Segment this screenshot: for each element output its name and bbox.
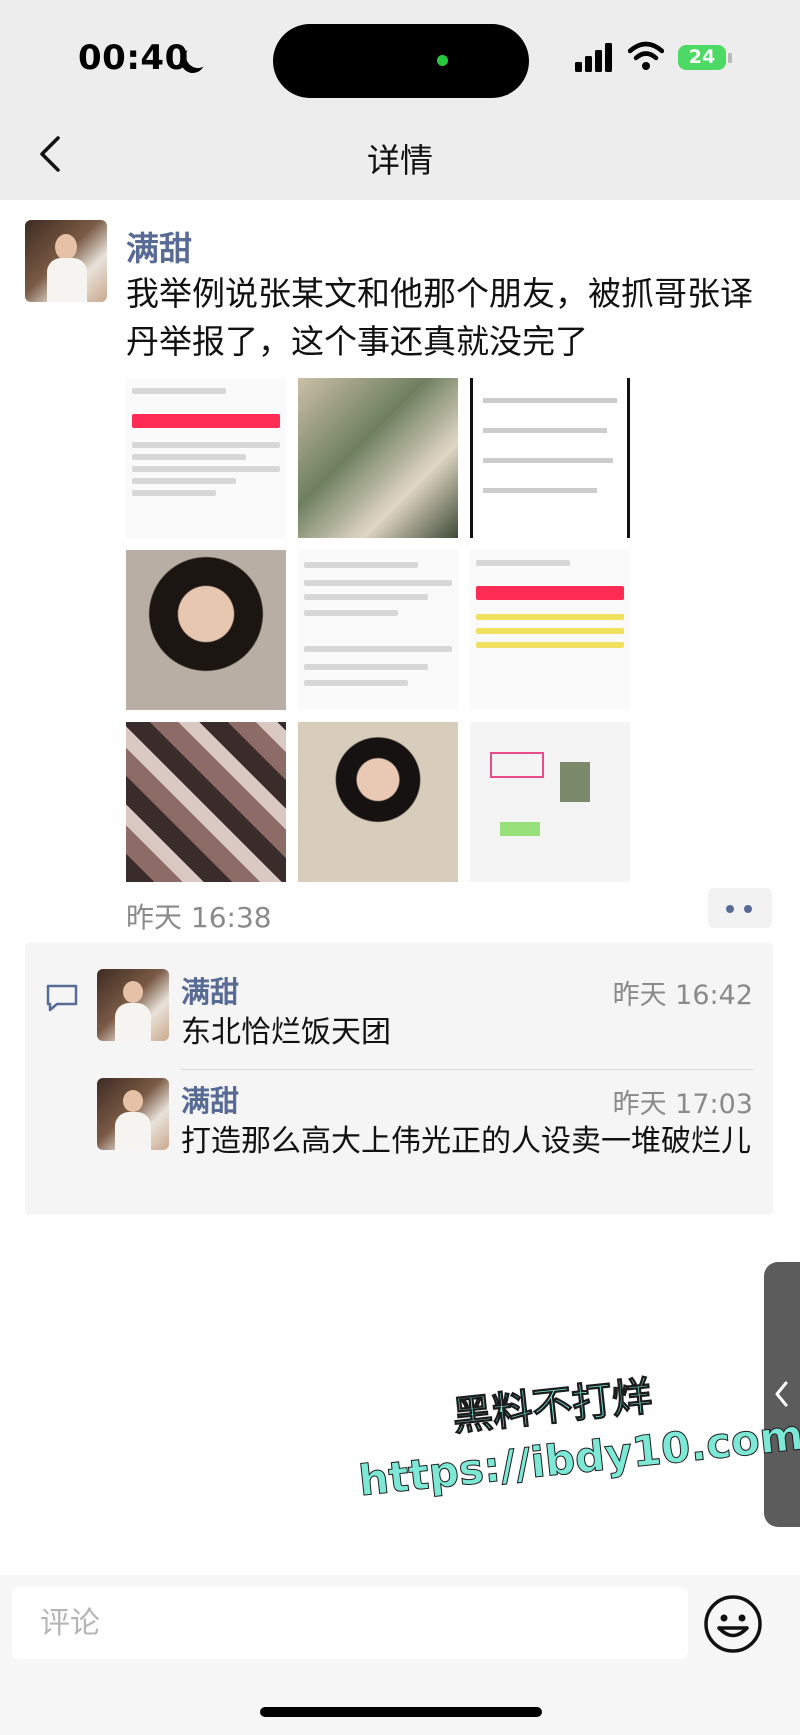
divider [181,1069,753,1070]
image-thumbnail-3[interactable] [470,378,630,538]
dot-icon [726,905,734,913]
nav-bar: 详情 [0,110,800,200]
comment-bubble-icon [46,984,78,1012]
comment-author-name[interactable]: 满甜 [181,969,239,1011]
camera-indicator-icon [437,55,448,66]
emoji-icon[interactable] [702,1593,764,1655]
status-bar: 00:40 24 [0,0,800,110]
comment-item[interactable]: 满甜 昨天 17:03 打造那么高大上伟光正的人设卖一堆破烂儿 [97,1078,753,1198]
page-title: 详情 [367,141,433,180]
image-thumbnail-4[interactable] [126,550,286,710]
comment-bar [0,1575,800,1735]
comment-timestamp: 昨天 17:03 [612,1089,753,1120]
comment-text: 打造那么高大上伟光正的人设卖一堆破烂儿 [181,1124,751,1159]
avatar[interactable] [97,969,169,1041]
watermark: 黑料不打烊 https://ibdy10.com [350,1348,800,1506]
avatar-shirt [115,1003,151,1041]
post-timestamp: 昨天 16:38 [126,901,272,934]
image-thumbnail-6[interactable] [470,550,630,710]
post-text: 我举例说张某文和他那个朋友，被抓哥张译丹举报了，这个事还真就没完了 [126,274,753,361]
image-thumbnail-1[interactable] [126,378,286,538]
image-thumbnail-7[interactable] [126,722,286,882]
comment-input[interactable] [12,1587,688,1659]
avatar-face [123,1090,143,1112]
image-thumbnail-9[interactable] [470,722,630,882]
avatar[interactable] [25,220,107,302]
battery-icon: 24 [678,45,726,70]
image-thumbnail-5[interactable] [298,550,458,710]
avatar[interactable] [97,1078,169,1150]
comment-area: 满甜 昨天 16:42 东北恰烂饭天团 满甜 昨天 17:03 打造那么高大上伟… [25,943,773,1215]
home-indicator [260,1707,542,1717]
image-thumbnail-2[interactable] [298,378,458,538]
image-thumbnail-8[interactable] [298,722,458,882]
comment-timestamp: 昨天 16:42 [612,980,753,1011]
dynamic-island [273,24,529,98]
dot-icon [744,905,752,913]
post-author-name[interactable]: 满甜 [126,222,192,270]
battery-tip [728,53,732,63]
avatar-face [55,234,77,260]
more-actions-button[interactable] [708,888,772,928]
avatar-face [123,981,143,1003]
comment-text: 东北恰烂饭天团 [181,1015,391,1050]
avatar-shirt [47,258,87,302]
avatar-shirt [115,1112,151,1150]
clock: 00:40 [78,38,189,78]
wifi-icon [628,41,664,70]
comment-author-name[interactable]: 满甜 [181,1078,239,1120]
comment-item[interactable]: 满甜 昨天 16:42 东北恰烂饭天团 [97,969,753,1079]
cellular-signal-icon [575,43,612,72]
